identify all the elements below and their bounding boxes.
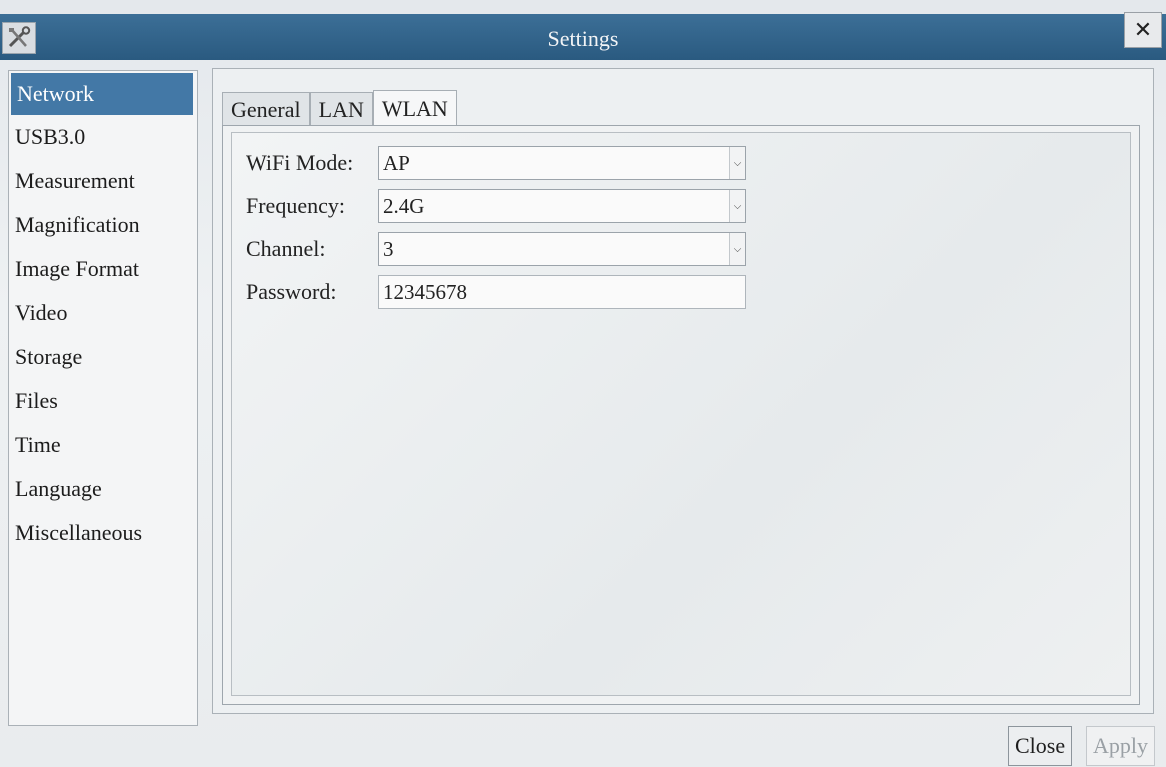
password-input[interactable]: 12345678	[378, 275, 746, 309]
sidebar-item-label: Files	[15, 388, 58, 413]
sidebar-item-label: Storage	[15, 344, 83, 369]
sidebar-item-label: Network	[17, 81, 94, 106]
tab-wlan[interactable]: WLAN	[372, 90, 457, 126]
tab-lan[interactable]: LAN	[309, 92, 373, 126]
sidebar-item-magnification[interactable]: Magnification	[9, 203, 197, 247]
channel-select[interactable]: 3 ⌵	[378, 232, 746, 266]
sidebar-item-label: Image Format	[15, 256, 140, 281]
frequency-row: Frequency: 2.4G ⌵	[246, 188, 746, 224]
frequency-value: 2.4G	[383, 193, 425, 218]
sidebar-item-label: USB3.0	[15, 124, 86, 149]
sidebar-item-label: Magnification	[15, 212, 140, 237]
sidebar-item-measurement[interactable]: Measurement	[9, 159, 197, 203]
apply-button[interactable]: Apply	[1086, 726, 1155, 766]
sidebar-item-usb3[interactable]: USB3.0	[9, 115, 197, 159]
password-row: Password: 12345678	[246, 274, 746, 310]
wlan-panel-body: WiFi Mode: AP ⌵ Frequency: 2.4G ⌵ Channe…	[231, 132, 1131, 696]
sidebar-item-label: Language	[15, 476, 102, 501]
sidebar-item-network[interactable]: Network	[11, 73, 193, 115]
sidebar-item-miscellaneous[interactable]: Miscellaneous	[9, 511, 197, 555]
sidebar-item-time[interactable]: Time	[9, 423, 197, 467]
wlan-panel: WiFi Mode: AP ⌵ Frequency: 2.4G ⌵ Channe…	[222, 125, 1140, 705]
sidebar-item-files[interactable]: Files	[9, 379, 197, 423]
wifi-mode-label: WiFi Mode:	[246, 150, 354, 175]
tab-general[interactable]: General	[222, 92, 310, 126]
chevron-down-icon[interactable]: ⌵	[729, 233, 745, 265]
sidebar-item-label: Time	[15, 432, 61, 457]
close-button[interactable]: Close	[1008, 726, 1073, 766]
sidebar-item-storage[interactable]: Storage	[9, 335, 197, 379]
tab-bar: General LAN WLAN	[222, 90, 457, 126]
sidebar-item-image-format[interactable]: Image Format	[9, 247, 197, 291]
close-icon[interactable]: ✕	[1124, 12, 1162, 48]
wifi-mode-value: AP	[383, 150, 410, 175]
sidebar-item-language[interactable]: Language	[9, 467, 197, 511]
sidebar-item-label: Measurement	[15, 168, 135, 193]
wifi-mode-row: WiFi Mode: AP ⌵	[246, 145, 746, 181]
channel-label: Channel:	[246, 236, 326, 261]
channel-value: 3	[383, 236, 394, 261]
sidebar-item-label: Video	[15, 300, 68, 325]
chevron-down-icon[interactable]: ⌵	[729, 190, 745, 222]
settings-window: Settings ✕ Network USB3.0 Measurement Ma…	[0, 0, 1166, 767]
wifi-mode-select[interactable]: AP ⌵	[378, 146, 746, 180]
sidebar-item-video[interactable]: Video	[9, 291, 197, 335]
sidebar-item-label: Miscellaneous	[15, 520, 143, 545]
channel-row: Channel: 3 ⌵	[246, 231, 746, 267]
frequency-select[interactable]: 2.4G ⌵	[378, 189, 746, 223]
window-title: Settings	[547, 26, 619, 51]
chevron-down-icon[interactable]: ⌵	[729, 147, 745, 179]
settings-sidebar: Network USB3.0 Measurement Magnification…	[8, 70, 198, 726]
password-label: Password:	[246, 279, 337, 304]
title-bar: Settings	[0, 14, 1166, 60]
frequency-label: Frequency:	[246, 193, 345, 218]
